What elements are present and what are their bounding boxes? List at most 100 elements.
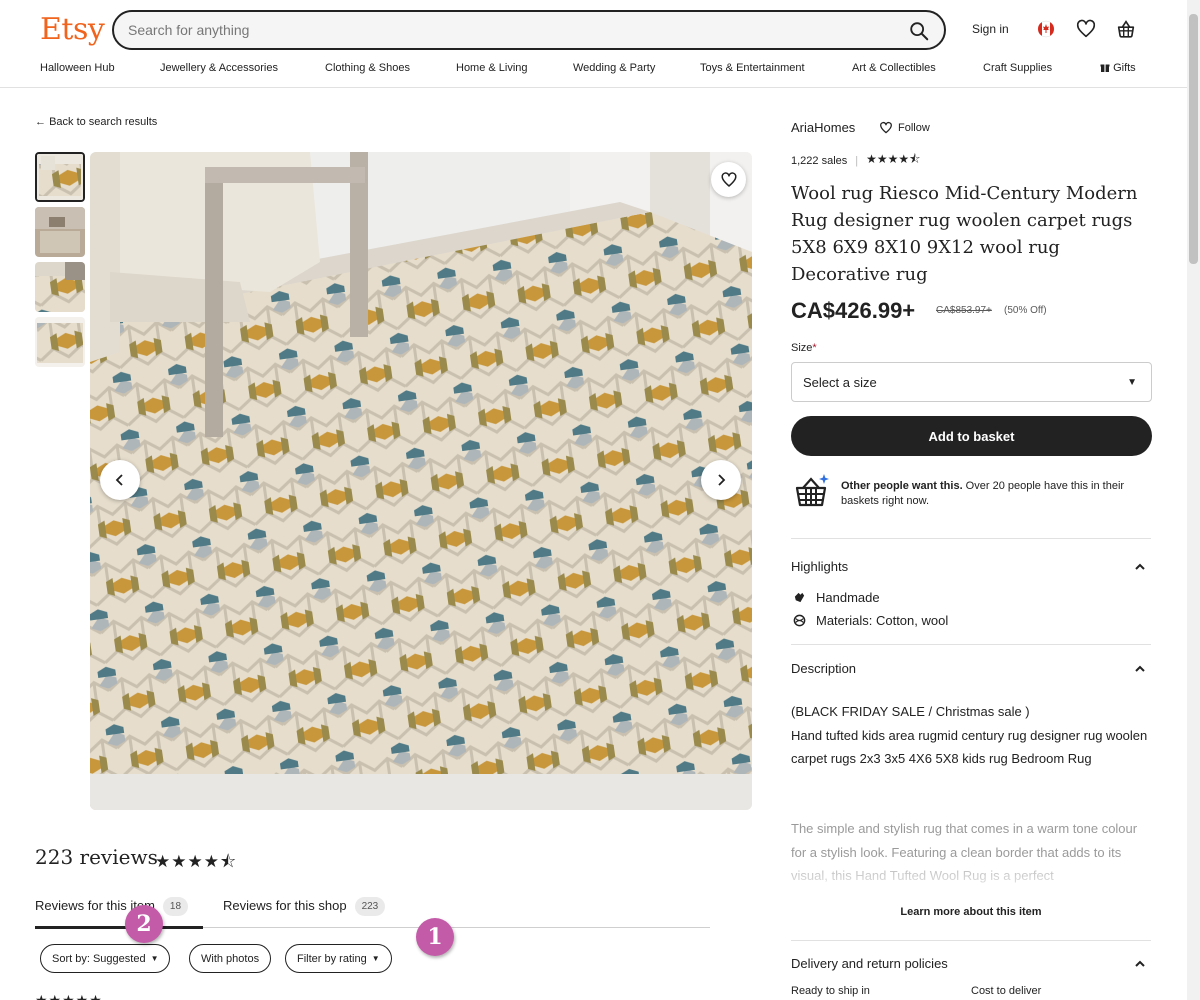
with-photos-label: With photos <box>201 952 260 965</box>
nav-craft[interactable]: Craft Supplies <box>983 62 1052 74</box>
required-asterisk: * <box>812 342 817 354</box>
chevron-right-icon <box>718 474 726 486</box>
shop-name-link[interactable]: AriaHomes <box>791 120 855 135</box>
back-link-label: Back to search results <box>49 116 158 128</box>
canada-flag-icon[interactable] <box>1036 19 1056 39</box>
chevron-left-icon <box>115 474 123 486</box>
site-header: Etsy Sign in Halloween Hub Jewellery & A… <box>0 0 1187 88</box>
policies-heading[interactable]: Delivery and return policies <box>791 956 948 971</box>
nav-home-living[interactable]: Home & Living <box>456 62 528 74</box>
nav-clothing[interactable]: Clothing & Shoes <box>325 62 410 74</box>
ready-to-ship-label: Ready to ship in <box>791 985 870 997</box>
description-body: Hand tufted kids area rugmid century rug… <box>791 727 1148 767</box>
policies-heading-label: Delivery and return policies <box>791 956 948 971</box>
divider <box>791 644 1151 645</box>
description-fade-overlay <box>785 860 1165 900</box>
reviews-rating-stars: ★★★★⯪ <box>155 852 238 871</box>
filter-by-rating-dropdown[interactable]: Filter by rating ▼ <box>285 944 392 973</box>
nav-art[interactable]: Art & Collectibles <box>852 62 936 74</box>
favorites-heart-icon[interactable] <box>1075 18 1097 40</box>
size-select[interactable]: Select a size ▼ <box>791 362 1152 402</box>
basket-icon[interactable] <box>1115 18 1137 40</box>
thumbnail-2[interactable] <box>35 207 85 257</box>
highlight-handmade-label: Handmade <box>816 590 880 605</box>
cost-to-deliver-label: Cost to deliver <box>971 985 1042 997</box>
reviews-count-heading: 223 reviews <box>35 845 158 869</box>
highlight-materials-label: Materials: Cotton, wool <box>816 613 949 628</box>
active-tab-indicator <box>35 926 203 929</box>
caret-down-icon: ▼ <box>371 954 380 963</box>
nav-gifts-label: Gifts <box>1113 62 1136 74</box>
nav-halloween-hub[interactable]: Halloween Hub <box>40 62 115 74</box>
chevron-up-icon[interactable] <box>1133 662 1147 676</box>
etsy-logo[interactable]: Etsy <box>40 12 105 47</box>
tab-reviews-shop-label: Reviews for this shop <box>223 897 347 913</box>
annotation-marker-1: 1 <box>416 918 454 956</box>
heart-icon <box>720 171 737 187</box>
thumbnail-3[interactable] <box>35 262 85 312</box>
nav-wedding[interactable]: Wedding & Party <box>573 62 655 74</box>
tab-reviews-shop[interactable]: Reviews for this shop 223 <box>223 897 386 916</box>
search-icon[interactable] <box>908 20 930 42</box>
tab-reviews-item-count: 18 <box>162 897 189 916</box>
tab-reviews-item[interactable]: Reviews for this item 18 <box>35 897 189 916</box>
highlight-materials: Materials: Cotton, wool <box>793 613 948 628</box>
gift-icon <box>1100 64 1110 72</box>
follow-shop-button[interactable]: Follow <box>879 121 930 135</box>
divider <box>791 940 1151 941</box>
learn-more-link[interactable]: Learn more about this item <box>791 906 1151 918</box>
size-label-text: Size <box>791 342 813 354</box>
chevron-up-icon[interactable] <box>1133 957 1147 971</box>
tab-reviews-shop-count: 223 <box>354 897 386 916</box>
yarn-icon <box>793 614 806 627</box>
heart-icon <box>880 121 892 134</box>
chevron-up-icon[interactable] <box>1133 560 1147 574</box>
listing-title: Wool rug Riesco Mid-Century Modern Rug d… <box>791 183 1138 285</box>
thumbnail-1[interactable] <box>35 152 85 202</box>
caret-down-icon: ▼ <box>1127 377 1137 388</box>
description-heading-label: Description <box>791 661 857 676</box>
size-select-value: Select a size <box>803 374 877 390</box>
scrollbar-thumb[interactable] <box>1189 14 1198 264</box>
highlight-handmade: Handmade <box>793 590 880 605</box>
sign-in-link[interactable]: Sign in <box>972 22 1009 36</box>
nav-gifts[interactable]: Gifts <box>1100 62 1136 74</box>
annotation-marker-2: 2 <box>125 905 163 943</box>
demand-message: Other people want this. Over 20 people h… <box>841 479 1146 509</box>
basket-sparkle-icon <box>795 474 829 507</box>
favorite-button[interactable] <box>711 162 746 197</box>
highlights-heading[interactable]: Highlights <box>791 559 848 574</box>
follow-label: Follow <box>898 122 930 134</box>
search-bar[interactable] <box>112 10 946 50</box>
price: CA$426.99+ <box>791 298 916 323</box>
caret-down-icon: ▼ <box>150 954 159 963</box>
size-label: Size* <box>791 342 817 354</box>
description-heading[interactable]: Description <box>791 661 856 676</box>
description-line-1: (BLACK FRIDAY SALE / Christmas sale ) <box>791 704 1030 719</box>
search-input[interactable] <box>128 20 888 40</box>
highlights-heading-label: Highlights <box>791 559 849 574</box>
sort-label: Sort by: Suggested <box>52 952 146 965</box>
sort-dropdown[interactable]: Sort by: Suggested ▼ <box>40 944 171 973</box>
demand-bold: Other people want this. <box>841 480 963 492</box>
shop-rating-stars: ★★★★⯪ <box>866 152 921 166</box>
hand-icon <box>794 592 805 603</box>
nav-jewellery[interactable]: Jewellery & Accessories <box>160 62 278 74</box>
next-image-button[interactable] <box>701 460 741 500</box>
with-photos-filter[interactable]: With photos <box>189 944 272 973</box>
add-to-basket-button[interactable]: Add to basket <box>791 416 1152 456</box>
category-nav: Halloween Hub Jewellery & Accessories Cl… <box>0 62 1187 80</box>
review-stars: ★★★★★ <box>35 992 103 1000</box>
previous-image-button[interactable] <box>100 460 140 500</box>
description-text: (BLACK FRIDAY SALE / Christmas sale ) Ha… <box>791 700 1151 771</box>
discount-label: (50% Off) <box>1004 305 1047 316</box>
thumbnail-4[interactable] <box>35 317 85 367</box>
shop-sales: 1,222 sales | ★★★★⯪ <box>791 150 921 171</box>
back-to-results-link[interactable]: ← Back to search results <box>35 116 157 128</box>
nav-toys[interactable]: Toys & Entertainment <box>700 62 805 74</box>
filter-label: Filter by rating <box>297 952 367 965</box>
arrow-left-icon: ← <box>35 116 46 128</box>
divider <box>791 538 1151 539</box>
main-product-image[interactable] <box>90 152 752 810</box>
sales-count: 1,222 sales <box>791 154 848 167</box>
